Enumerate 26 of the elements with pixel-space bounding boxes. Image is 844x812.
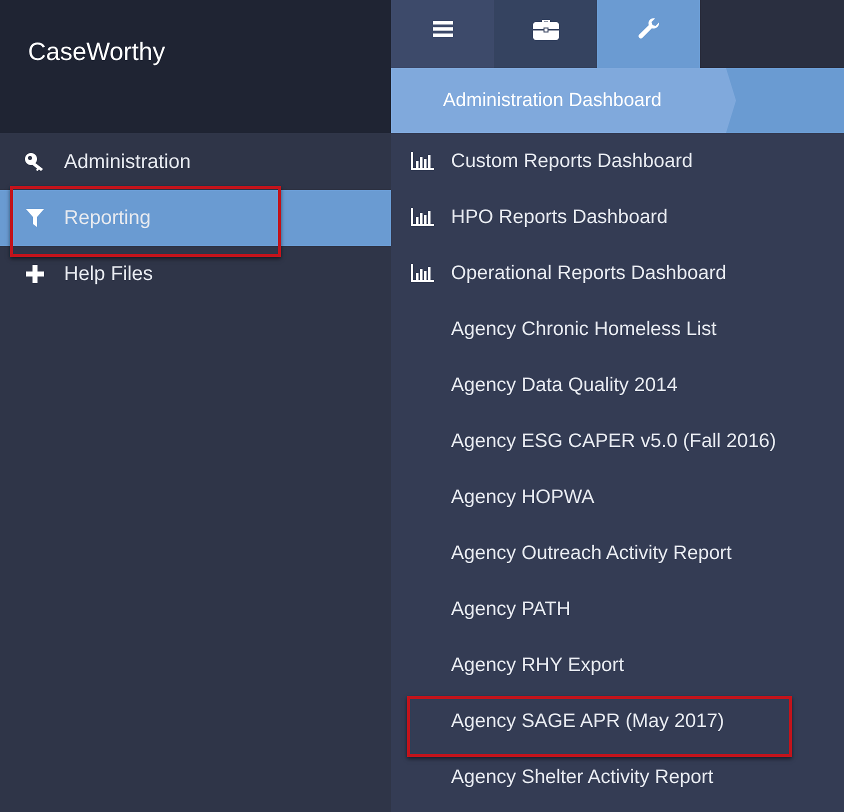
bar-chart-icon (411, 264, 435, 282)
menu-item[interactable]: Operational Reports Dashboard (391, 245, 844, 301)
toolbar-tab[interactable] (494, 0, 597, 68)
sidebar-item[interactable]: Administration (0, 134, 391, 190)
briefcase-icon (532, 18, 558, 40)
menu-item[interactable]: Agency ESG CAPER v5.0 (Fall 2016) (391, 413, 844, 469)
menu-item[interactable]: HPO Reports Dashboard (391, 189, 844, 245)
menu-item[interactable]: Agency Outreach Activity Report (391, 525, 844, 581)
menu-item[interactable]: Agency SAGE APR (May 2017) (391, 693, 844, 749)
menu-item[interactable]: Agency PATH (391, 581, 844, 637)
menu-item[interactable]: Agency Data Quality 2014 (391, 357, 844, 413)
key-icon (24, 152, 46, 172)
app-title: CaseWorthy (28, 38, 166, 67)
menu-item[interactable]: Agency HOPWA (391, 469, 844, 525)
bar-chart-icon (411, 152, 435, 170)
sidebar-item[interactable]: Help Files (0, 246, 391, 302)
menu-item[interactable]: Agency Shelter Activity Report (391, 749, 844, 805)
menu-icon (432, 20, 452, 38)
menu-item[interactable]: Agency Chronic Homeless List (391, 301, 844, 357)
toolbar-tab[interactable] (391, 0, 494, 68)
menu-item[interactable]: Custom Reports Dashboard (391, 133, 844, 189)
funnel-icon (26, 208, 44, 228)
bar-chart-icon (411, 208, 435, 226)
wrench-icon (636, 17, 660, 41)
menu-item[interactable]: Agency RHY Export (391, 637, 844, 693)
plus-icon (26, 265, 44, 283)
